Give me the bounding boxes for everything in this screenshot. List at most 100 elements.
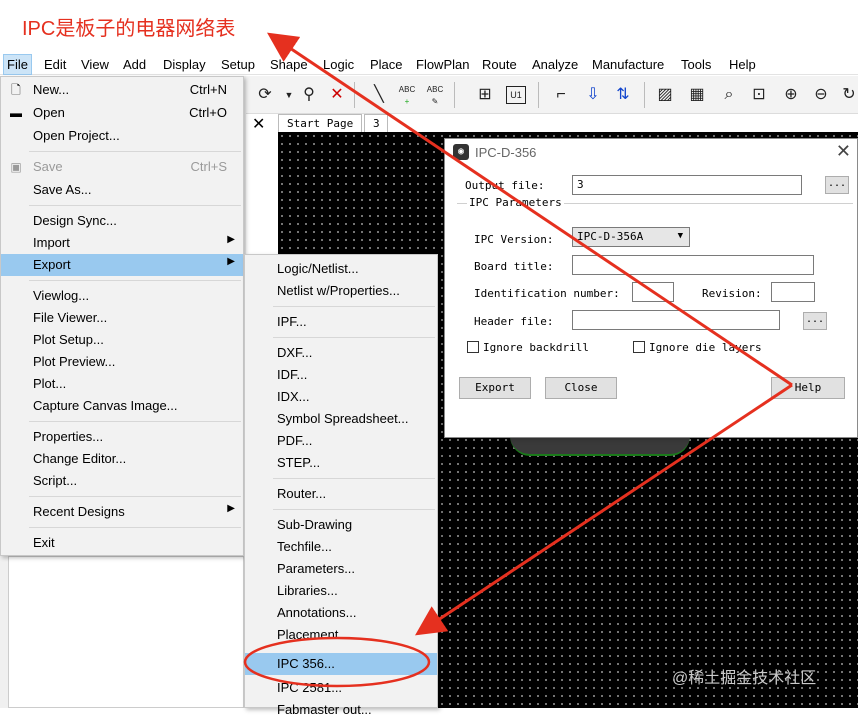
export-menu-item-ipc-2581[interactable]: IPC 2581... [245,677,437,699]
export-menu-item-parameters[interactable]: Parameters... [245,558,437,580]
menu-view[interactable]: View [78,56,112,73]
menu-item-label: IDF... [277,367,308,382]
file-menu-item-plot-setup[interactable]: Plot Setup... [1,329,243,351]
board-title-input[interactable] [572,255,814,275]
menu-help[interactable]: Help [726,56,759,73]
menu-flowplan[interactable]: FlowPlan [413,56,472,73]
file-menu-item-design-sync[interactable]: Design Sync... [1,210,243,232]
pin-icon[interactable]: ⚲ [298,84,320,106]
output-file-browse-button[interactable]: ... [825,176,849,194]
export-menu-item-ipf[interactable]: IPF... [245,311,437,333]
export-menu-item-annotations[interactable]: Annotations... [245,602,437,624]
place-component-icon[interactable]: ⊞ [474,84,496,106]
menu-route[interactable]: Route [479,56,520,73]
menu-item-label: Fabmaster out... [277,702,372,717]
help-button[interactable]: Help [771,377,845,399]
refresh-icon[interactable]: ↻ [838,84,858,106]
header-file-browse-button[interactable]: ... [803,312,827,330]
export-menu-item-dxf[interactable]: DXF... [245,342,437,364]
menu-setup[interactable]: Setup [218,56,258,73]
edit-text-icon[interactable]: ABC ✎ [424,84,446,106]
file-menu-item-viewlog[interactable]: Viewlog... [1,285,243,307]
add-line-icon[interactable]: ╲ [368,84,390,106]
file-menu-item-plot-preview[interactable]: Plot Preview... [1,351,243,373]
redo-icon[interactable]: ⟳ [254,84,276,106]
file-menu-item-exit[interactable]: Exit [1,532,243,554]
file-menu-item-script[interactable]: Script... [1,470,243,492]
grid-icon[interactable]: ▦ [686,84,708,106]
close-tab-icon[interactable]: ✕ [252,114,265,134]
header-file-input[interactable] [572,310,780,330]
component-u-icon[interactable]: U1 [506,86,526,104]
export-menu-item-symbol-spreadsheet[interactable]: Symbol Spreadsheet... [245,408,437,430]
file-menu-item-recent-designs[interactable]: Recent Designs ▶ [1,501,243,523]
file-menu-item-open-project[interactable]: Open Project... [1,125,243,147]
export-menu-item-fabmaster-out[interactable]: Fabmaster out... [245,699,437,721]
ignore-die-layers-checkbox[interactable] [633,341,645,353]
import-icon[interactable]: ⇩ [582,84,604,106]
zoom-out-icon[interactable]: ⊖ [810,84,832,106]
menu-item-label: IPC 2581... [277,680,343,695]
options-pane [8,556,244,708]
identification-number-input[interactable] [632,282,674,302]
menu-file[interactable]: File [3,54,32,75]
ipc-parameters-label: IPC Parameters [467,196,564,209]
file-menu-item-plot[interactable]: Plot... [1,373,243,395]
dialog-titlebar: ◉ IPC-D-356 ✕ [445,139,857,165]
zoom-in-icon[interactable]: ⊕ [780,84,802,106]
menu-edit[interactable]: Edit [41,56,69,73]
file-menu-item-import[interactable]: Import ▶ [1,232,243,254]
file-menu-item-save[interactable]: ▣ Save Ctrl+S [1,156,243,178]
tab-design[interactable]: 3 [364,114,388,132]
export-menu-item-logic-netlist[interactable]: Logic/Netlist... [245,258,437,280]
connect-icon[interactable]: ⌐ [550,84,572,106]
file-menu-item-save-as[interactable]: Save As... [1,179,243,201]
close-icon[interactable]: ✕ [836,141,851,162]
export-menu-item-techfile[interactable]: Techfile... [245,536,437,558]
export-menu-item-pdf[interactable]: PDF... [245,430,437,452]
dropdown-arrow-icon[interactable]: ▼ [278,84,300,106]
swap-pins-icon[interactable]: ⇅ [612,84,634,106]
save-icon: ▣ [10,160,22,174]
zoom-search-icon[interactable]: ⌕ [718,84,740,106]
file-menu-item-file-viewer[interactable]: File Viewer... [1,307,243,329]
export-menu-item-placement[interactable]: Placement... [245,624,437,646]
file-menu-item-new[interactable]: 🗋 New... Ctrl+N [1,79,243,101]
export-menu-item-idf[interactable]: IDF... [245,364,437,386]
ignore-backdrill-checkbox[interactable] [467,341,479,353]
menu-manufacture[interactable]: Manufacture [589,56,667,73]
export-menu-item-router[interactable]: Router... [245,483,437,505]
file-menu-item-properties[interactable]: Properties... [1,426,243,448]
menu-place[interactable]: Place [367,56,406,73]
menu-logic[interactable]: Logic [320,56,357,73]
tab-start-page[interactable]: Start Page [278,114,362,132]
export-menu-item-libraries[interactable]: Libraries... [245,580,437,602]
export-menu-item-netlist-properties[interactable]: Netlist w/Properties... [245,280,437,302]
file-menu-item-capture-canvas-image[interactable]: Capture Canvas Image... [1,395,243,417]
revision-input[interactable] [771,282,815,302]
menu-analyze[interactable]: Analyze [529,56,581,73]
menu-tools[interactable]: Tools [678,56,714,73]
export-menu-item-step[interactable]: STEP... [245,452,437,474]
close-button[interactable]: Close [545,377,617,399]
zoom-fit-icon[interactable]: ⊡ [748,84,770,106]
text-abc-icon[interactable]: ABC + [396,84,418,106]
export-button[interactable]: Export [459,377,531,399]
output-file-input[interactable]: 3 [572,175,802,195]
menu-item-label: New... [33,82,70,97]
menu-shape[interactable]: Shape [267,56,311,73]
file-menu-item-open[interactable]: ▬ Open Ctrl+O [1,102,243,124]
file-menu-item-change-editor[interactable]: Change Editor... [1,448,243,470]
export-menu-item-ipc-356[interactable]: IPC 356... [245,653,437,675]
delete-icon[interactable]: ✕ [326,84,348,106]
ignore-die-layers-label: Ignore die layers [649,341,762,354]
toolbar: ⟳ ▼ ⚲ ✕ ╲ ABC + ABC ✎ ⊞ U1 ⌐ ⇩ ⇅ ▨ ▦ ⌕ ⊡ ⊕… [246,76,858,114]
export-menu-item-idx[interactable]: IDX... [245,386,437,408]
export-menu-item-sub-drawing[interactable]: Sub-Drawing [245,514,437,536]
drc-icon[interactable]: ▨ [654,84,676,106]
menu-add[interactable]: Add [120,56,149,73]
file-menu-item-export[interactable]: Export ▶ [1,254,243,276]
menu-display[interactable]: Display [160,56,209,73]
ipc-version-select[interactable]: IPC-D-356A ▼ [572,227,690,247]
folder-icon: ▬ [10,106,22,120]
